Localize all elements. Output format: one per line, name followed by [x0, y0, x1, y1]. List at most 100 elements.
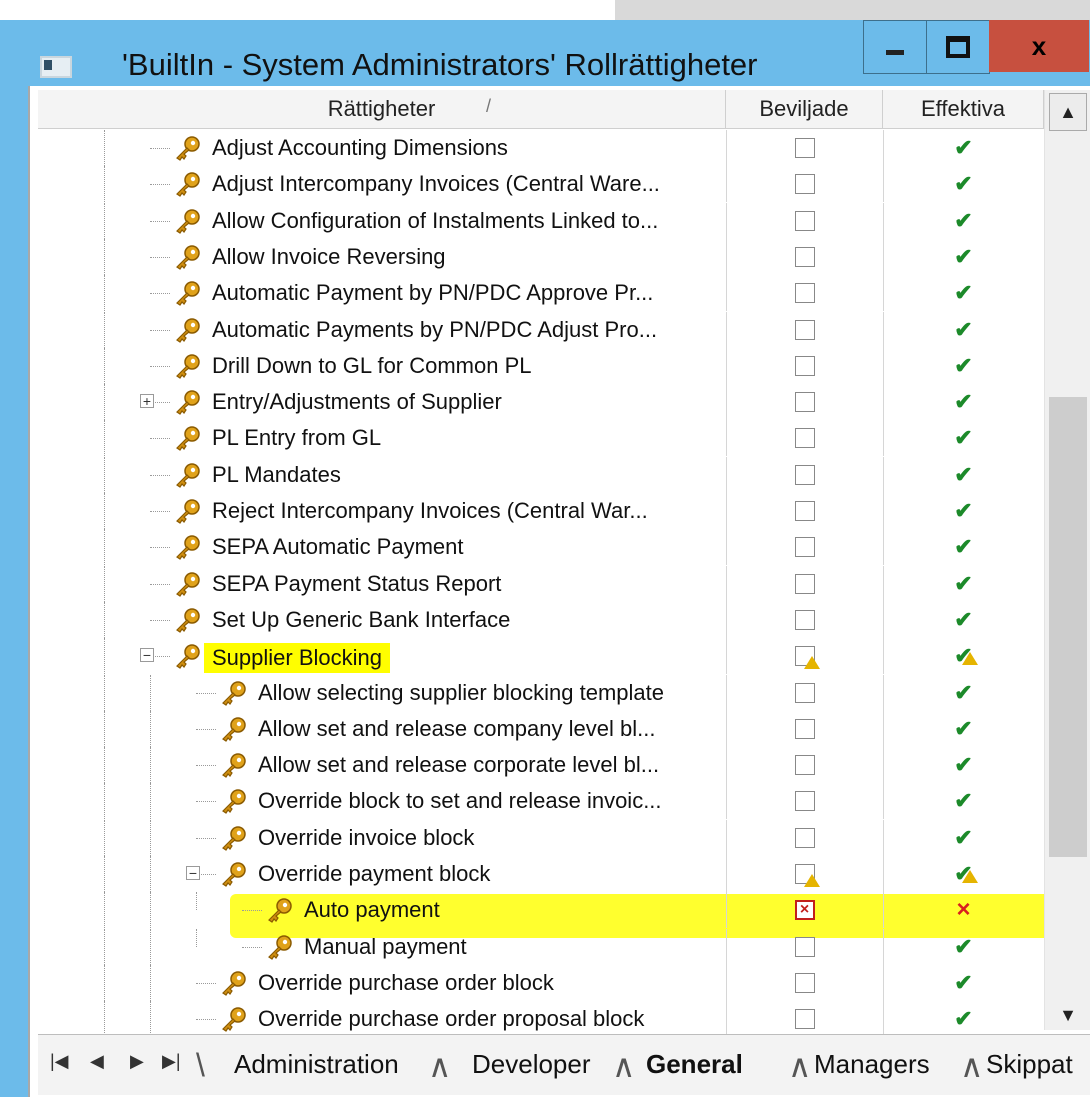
granted-checkbox-partial[interactable]	[794, 646, 820, 670]
tree-row[interactable]: + Entry/Adjustments of Supplier ✔	[38, 384, 1044, 421]
granted-checkbox[interactable]	[794, 319, 815, 340]
granted-checkbox[interactable]	[794, 246, 815, 267]
scroll-thumb[interactable]	[1049, 397, 1087, 857]
minimize-button[interactable]	[863, 20, 927, 74]
granted-checkbox-denied[interactable]: ×	[794, 900, 815, 921]
granted-checkbox[interactable]	[794, 138, 815, 158]
tree-line	[196, 1019, 216, 1021]
last-tab-icon[interactable]: ▶|	[162, 1051, 181, 1072]
prev-tab-icon[interactable]: ◀	[90, 1051, 104, 1072]
expand-icon[interactable]: +	[140, 394, 154, 409]
vertical-scrollbar[interactable]: ▲ ▼	[1044, 90, 1090, 1030]
granted-cell	[726, 601, 884, 638]
minimize-icon	[886, 49, 904, 55]
granted-checkbox[interactable]	[794, 428, 815, 449]
tab-managers[interactable]: Managers	[814, 1043, 930, 1085]
tree-row[interactable]: Override invoice block ✔	[38, 819, 1044, 856]
checkmark-icon: ✔	[954, 933, 973, 959]
granted-cell	[726, 565, 884, 602]
effective-cell: ✔	[883, 239, 1044, 275]
tree-row[interactable]: Allow Configuration of Instalments Linke…	[38, 202, 1044, 239]
warning-icon	[803, 656, 820, 670]
tree-row[interactable]: Override purchase order proposal block ✔	[38, 1001, 1044, 1038]
tree-row[interactable]: PL Mandates ✔	[38, 456, 1044, 493]
collapse-icon[interactable]: −	[140, 648, 154, 663]
tree-row[interactable]: Allow set and release company level bl..…	[38, 710, 1044, 747]
tree-row[interactable]: Adjust Intercompany Invoices (Central Wa…	[38, 166, 1044, 203]
tree-line	[104, 130, 105, 166]
granted-checkbox[interactable]	[794, 210, 815, 231]
tree-row[interactable]: Manual payment ✔	[38, 928, 1044, 965]
granted-checkbox[interactable]	[794, 501, 815, 521]
granted-checkbox[interactable]	[794, 573, 815, 594]
granted-checkbox[interactable]	[794, 174, 815, 195]
permission-cell: Allow set and release corporate level bl…	[38, 747, 727, 784]
tab-divider: ∧	[788, 1048, 812, 1084]
tree-row[interactable]: Adjust Accounting Dimensions ✔	[38, 130, 1044, 166]
permission-cell: Auto payment	[38, 892, 727, 929]
tab-general[interactable]: General	[646, 1043, 743, 1085]
next-tab-icon[interactable]: ▶	[130, 1051, 144, 1072]
tree-row[interactable]: Automatic Payments by PN/PDC Adjust Pro.…	[38, 311, 1044, 348]
tree-row[interactable]: Allow selecting supplier blocking templa…	[38, 674, 1044, 711]
column-header-granted[interactable]: Beviljade	[726, 90, 883, 128]
column-header-permissions-label: Rättigheter	[327, 96, 436, 121]
tree-row[interactable]: − Supplier Blocking ✔	[38, 638, 1044, 675]
column-header-effective[interactable]: Effektiva	[883, 90, 1044, 128]
tree-row[interactable]: Auto payment × ×	[38, 892, 1044, 929]
collapse-icon[interactable]: −	[186, 866, 200, 880]
permission-cell: Override purchase order proposal block	[38, 1001, 727, 1038]
granted-checkbox[interactable]	[794, 464, 815, 485]
scroll-down-button[interactable]: ▼	[1049, 1000, 1087, 1030]
tree-line	[150, 1001, 151, 1038]
tree-row[interactable]: Allow Invoice Reversing ✔	[38, 238, 1044, 275]
tree-row[interactable]: Drill Down to GL for Common PL ✔	[38, 347, 1044, 384]
column-header-permissions[interactable]: Rättigheter /	[38, 90, 726, 128]
granted-checkbox[interactable]	[794, 609, 815, 630]
permission-label: SEPA Automatic Payment	[212, 534, 464, 560]
effective-cell: ✔	[883, 711, 1044, 747]
granted-checkbox[interactable]	[794, 791, 815, 812]
key-icon	[174, 244, 202, 270]
tree-row[interactable]: SEPA Payment Status Report ✔	[38, 565, 1044, 602]
close-button[interactable]: x	[989, 20, 1089, 72]
granted-checkbox[interactable]	[794, 392, 815, 413]
tree-row[interactable]: Override block to set and release invoic…	[38, 783, 1044, 820]
granted-checkbox[interactable]	[794, 682, 815, 703]
tree-row[interactable]: Set Up Generic Bank Interface ✔	[38, 601, 1044, 638]
close-icon: x	[1031, 30, 1047, 61]
first-tab-icon[interactable]: |◀	[50, 1051, 69, 1072]
tree-row[interactable]: − Override payment block ✔	[38, 856, 1044, 892]
checkmark-icon: ✔	[954, 570, 973, 596]
granted-checkbox[interactable]	[794, 755, 815, 776]
granted-checkbox[interactable]	[794, 537, 815, 558]
effective-cell: ✔	[883, 166, 1044, 202]
checkmark-icon: ✔	[954, 788, 973, 814]
tree-line	[150, 747, 151, 784]
tab-skippat[interactable]: Skippat	[986, 1043, 1073, 1085]
granted-checkbox[interactable]	[794, 355, 815, 376]
granted-checkbox-partial[interactable]	[794, 864, 820, 887]
tab-developer[interactable]: Developer	[472, 1043, 591, 1085]
tree-line	[150, 674, 151, 711]
granted-checkbox[interactable]	[794, 936, 815, 957]
checkmark-icon: ✔	[954, 352, 973, 378]
tree-row[interactable]: Automatic Payment by PN/PDC Approve Pr..…	[38, 275, 1044, 312]
tree-row[interactable]: SEPA Automatic Payment ✔	[38, 529, 1044, 566]
scroll-up-button[interactable]: ▲	[1049, 93, 1087, 131]
maximize-button[interactable]	[926, 20, 990, 74]
granted-checkbox[interactable]	[794, 718, 815, 739]
granted-cell	[726, 783, 884, 820]
tree-row[interactable]: Override purchase order block ✔	[38, 964, 1044, 1001]
tree-row[interactable]: Reject Intercompany Invoices (Central Wa…	[38, 493, 1044, 529]
permission-label: Allow Invoice Reversing	[212, 243, 446, 269]
tree-row[interactable]: Allow set and release corporate level bl…	[38, 747, 1044, 784]
title-bar[interactable]: 'BuiltIn - System Administrators' Rollrä…	[0, 20, 1090, 86]
tree-row[interactable]: PL Entry from GL ✔	[38, 420, 1044, 457]
granted-cell	[726, 1001, 884, 1038]
granted-checkbox[interactable]	[794, 827, 815, 848]
granted-checkbox[interactable]	[794, 283, 815, 304]
granted-checkbox[interactable]	[794, 1009, 815, 1030]
tab-administration[interactable]: Administration	[234, 1043, 399, 1085]
granted-checkbox[interactable]	[794, 972, 815, 993]
